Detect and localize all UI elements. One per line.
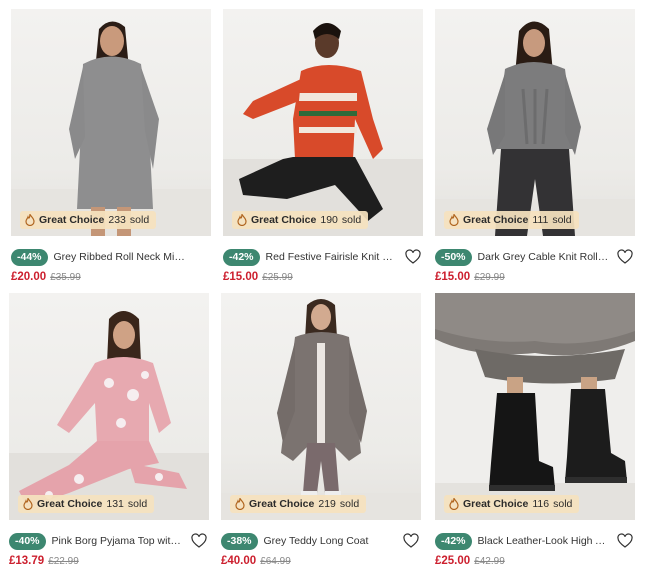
- product-image[interactable]: Great Choice 219 sold: [221, 293, 421, 520]
- badge-sold-count: 219: [318, 498, 336, 510]
- badge-sold-count: 190: [320, 214, 338, 226]
- product-photo: [435, 293, 635, 520]
- discount-badge: -44%: [11, 248, 48, 266]
- original-price: £29.99: [474, 272, 505, 283]
- great-choice-badge: Great Choice 233 sold: [20, 211, 157, 229]
- flame-icon: [235, 498, 245, 510]
- product-photo: [11, 21, 211, 236]
- product-image[interactable]: Great Choice 116 sold: [435, 293, 635, 520]
- badge-label: Great Choice: [37, 498, 103, 510]
- product-title[interactable]: Dark Grey Cable Knit Roll Nec...: [478, 251, 610, 263]
- badge-sold-count: 116: [532, 498, 550, 510]
- sale-price: £40.00: [221, 555, 257, 567]
- original-price: £64.99: [260, 556, 291, 567]
- product-image[interactable]: Great Choice 131 sold: [9, 293, 209, 520]
- great-choice-badge: Great Choice 116 sold: [444, 495, 580, 513]
- great-choice-badge: Great Choice 219 sold: [230, 495, 367, 513]
- product-title[interactable]: Grey Ribbed Roll Neck Mini J...: [54, 251, 186, 263]
- product-title[interactable]: Grey Teddy Long Coat: [264, 535, 396, 547]
- original-price: £25.99: [262, 272, 293, 283]
- badge-suffix: sold: [552, 214, 572, 226]
- product-card[interactable]: Great Choice 190 sold -42% Red Festive F…: [223, 9, 423, 287]
- badge-sold-count: 131: [106, 498, 124, 510]
- product-image[interactable]: Great Choice 190 sold: [223, 9, 423, 236]
- discount-badge: -42%: [435, 532, 472, 550]
- product-image[interactable]: Great Choice 111 sold: [435, 9, 635, 236]
- heart-outline-icon[interactable]: [617, 533, 633, 549]
- original-price: £22.99: [48, 556, 79, 567]
- badge-suffix: sold: [553, 498, 573, 510]
- sale-price: £15.00: [435, 271, 471, 283]
- great-choice-badge: Great Choice 111 sold: [444, 211, 579, 229]
- badge-sold-count: 111: [532, 214, 549, 226]
- heart-outline-icon[interactable]: [191, 533, 207, 549]
- flame-icon: [449, 214, 459, 226]
- product-card[interactable]: Great Choice 233 sold -44% Grey Ribbed R…: [11, 9, 211, 287]
- sale-price: £15.00: [223, 271, 259, 283]
- flame-icon: [237, 214, 247, 226]
- original-price: £42.99: [474, 556, 505, 567]
- product-image[interactable]: Great Choice 233 sold: [11, 9, 211, 236]
- badge-label: Great Choice: [463, 498, 529, 510]
- original-price: £35.99: [50, 272, 81, 283]
- badge-label: Great Choice: [249, 498, 315, 510]
- flame-icon: [25, 214, 35, 226]
- product-photo: [223, 23, 423, 236]
- sale-price: £25.00: [435, 555, 471, 567]
- badge-suffix: sold: [341, 214, 362, 226]
- discount-badge: -42%: [223, 248, 260, 266]
- great-choice-badge: Great Choice 190 sold: [232, 211, 369, 229]
- flame-icon: [449, 498, 459, 510]
- product-photo: [221, 299, 421, 520]
- heart-outline-icon[interactable]: [405, 249, 421, 265]
- product-card[interactable]: Great Choice 131 sold -40% Pink Borg Pyj…: [9, 293, 209, 571]
- discount-badge: -40%: [9, 532, 46, 550]
- discount-badge: -50%: [435, 248, 472, 266]
- badge-label: Great Choice: [39, 214, 105, 226]
- product-photo: [435, 21, 635, 236]
- badge-sold-count: 233: [108, 214, 126, 226]
- discount-badge: -38%: [221, 532, 258, 550]
- sale-price: £13.79: [9, 555, 45, 567]
- product-title[interactable]: Black Leather-Look High Ankl...: [478, 535, 610, 547]
- heart-outline-icon[interactable]: [403, 533, 419, 549]
- sale-price: £20.00: [11, 271, 47, 283]
- badge-suffix: sold: [127, 498, 148, 510]
- badge-label: Great Choice: [463, 214, 529, 226]
- product-title[interactable]: Pink Borg Pyjama Top with An...: [52, 535, 184, 547]
- badge-suffix: sold: [339, 498, 360, 510]
- product-card[interactable]: Great Choice 111 sold -50% Dark Grey Cab…: [435, 9, 635, 287]
- product-card[interactable]: Great Choice 219 sold -38% Grey Teddy Lo…: [221, 293, 421, 571]
- product-title[interactable]: Red Festive Fairisle Knit Famil...: [266, 251, 398, 263]
- product-photo: [9, 311, 209, 520]
- great-choice-badge: Great Choice 131 sold: [18, 495, 155, 513]
- heart-outline-icon[interactable]: [617, 249, 633, 265]
- flame-icon: [23, 498, 33, 510]
- product-card[interactable]: Great Choice 116 sold -42% Black Leather…: [435, 293, 635, 571]
- badge-suffix: sold: [129, 214, 150, 226]
- badge-label: Great Choice: [251, 214, 317, 226]
